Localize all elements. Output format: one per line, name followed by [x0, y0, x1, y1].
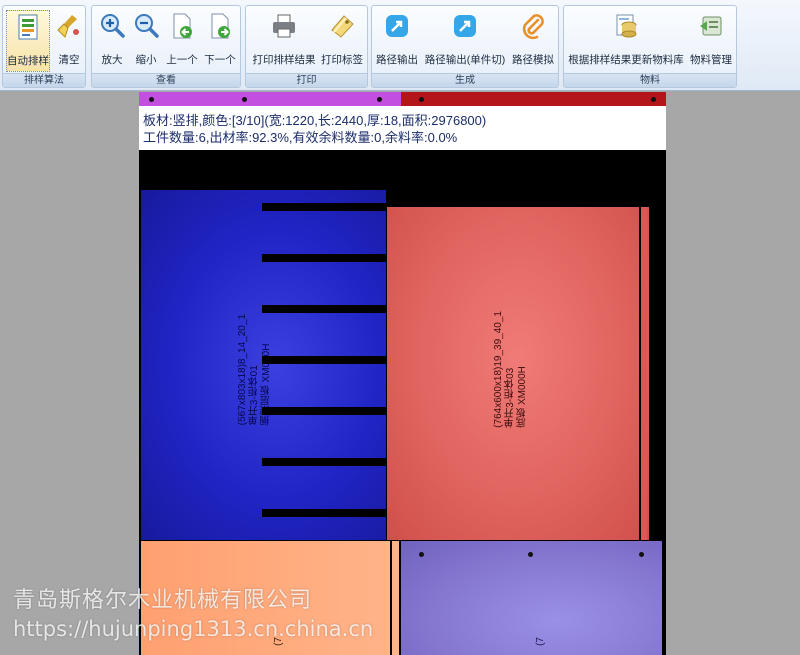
previous-button[interactable]: 上一个	[164, 10, 200, 72]
clear-label: 清空	[58, 54, 80, 66]
slot-groove	[262, 458, 386, 466]
group-label-layout: 排样算法	[3, 73, 85, 87]
sheet-info-panel: 板材:竖排,颜色:[3/10](宽:1220,长:2440,厚:18,面积:29…	[139, 106, 666, 150]
previous-page-icon	[173, 13, 192, 39]
group-print: 打印排样结果 打印标签 打印	[245, 5, 368, 88]
clear-button[interactable]: 清空	[53, 10, 85, 72]
part-left-divider	[399, 541, 401, 655]
hole-marker	[419, 552, 424, 557]
path-simulation-button[interactable]: 路径模拟	[510, 10, 556, 72]
print-layout-result-label: 打印排样结果	[252, 54, 316, 66]
paperclip-icon	[522, 14, 544, 40]
sheet-info-line2: 工件数量:6,出材率:92.3%,有效余料数量:0,余料率:0.0%	[143, 130, 458, 145]
part-orange-divider	[390, 541, 392, 655]
hole-marker	[528, 552, 533, 557]
hole-marker	[651, 97, 656, 102]
slot-groove	[262, 305, 386, 313]
printer-icon	[273, 14, 295, 38]
material-management-icon	[700, 16, 722, 36]
group-generate: 路径输出 路径输出(单件切) 路径模拟 生成	[371, 5, 559, 88]
hole-marker	[377, 97, 382, 102]
print-label-button[interactable]: 打印标签	[320, 10, 364, 72]
slot-groove	[262, 254, 386, 262]
slot-groove	[262, 203, 386, 211]
slot-groove	[262, 407, 386, 415]
nesting-sheet-canvas[interactable]: 板材:竖排,颜色:[3/10](宽:1220,长:2440,厚:18,面积:29…	[139, 92, 666, 655]
export-single-icon	[454, 15, 476, 37]
group-material: 根据排样结果更新物料库 物料管理 物料	[563, 5, 737, 88]
zoom-out-button[interactable]: 缩小	[130, 10, 162, 72]
path-simulation-label: 路径模拟	[512, 54, 554, 66]
print-layout-result-button[interactable]: 打印排样结果	[251, 10, 317, 72]
group-label-print: 打印	[246, 73, 367, 87]
ribbon-toolbar: 自动排样 清空 排样算法 放大 缩小 上一个 下一个 查看 打印排样结果 打印标…	[0, 0, 800, 91]
sheet-info-line1: 板材:竖排,颜色:[3/10](宽:1220,长:2440,厚:18,面积:29…	[143, 113, 487, 128]
part-purple-panel-text: (7	[535, 637, 546, 646]
part-red-edge-strip	[639, 207, 647, 540]
broom-icon	[57, 15, 79, 38]
path-output-single-label: 路径输出(单件切)	[424, 54, 506, 66]
slot-groove	[262, 356, 386, 364]
update-material-library-button[interactable]: 根据排样结果更新物料库	[568, 10, 684, 72]
group-label-generate: 生成	[372, 73, 558, 87]
group-label-material: 物料	[564, 73, 736, 87]
label-tag-icon	[331, 15, 354, 38]
path-output-label: 路径输出	[376, 54, 418, 66]
next-button[interactable]: 下一个	[202, 10, 238, 72]
part-shelf-board[interactable]: (567x803x18)8_14_20_1 单开3-柜体01 搁架层板 XM00…	[141, 190, 386, 540]
material-management-label: 物料管理	[690, 54, 732, 66]
part-purple-panel[interactable]: (7	[401, 541, 662, 655]
path-output-single-button[interactable]: 路径输出(单件切)	[424, 10, 506, 72]
next-label: 下一个	[204, 54, 236, 66]
watermark-url: https://hujunping1313.cn.china.cn	[13, 617, 374, 641]
watermark-company: 青岛斯格尔木业机械有限公司	[13, 587, 313, 612]
part-bottom-board-text: (764x600x18)19_39_40_1 单开3-柜体03 底板 XM000…	[493, 311, 528, 428]
path-output-button[interactable]: 路径输出	[375, 10, 419, 72]
zoom-out-icon	[135, 14, 159, 38]
hole-marker	[149, 97, 154, 102]
hole-marker	[419, 97, 424, 102]
edge-strip-purple	[139, 92, 401, 106]
edge-strip-red	[401, 92, 666, 106]
hole-marker	[242, 97, 247, 102]
group-layout-algorithm: 自动排样 清空 排样算法	[2, 5, 86, 88]
print-label-label: 打印标签	[321, 54, 363, 66]
auto-layout-label: 自动排样	[7, 55, 49, 67]
layout-document-icon	[18, 14, 38, 40]
export-path-icon	[386, 15, 408, 37]
material-management-button[interactable]: 物料管理	[688, 10, 734, 72]
database-icon	[616, 14, 637, 38]
group-label-view: 查看	[92, 73, 240, 87]
update-material-library-label: 根据排样结果更新物料库	[568, 54, 684, 66]
auto-layout-button[interactable]: 自动排样	[6, 10, 50, 72]
zoom-in-icon	[101, 14, 125, 38]
part-bottom-board[interactable]: (764x600x18)19_39_40_1 单开3-柜体03 底板 XM000…	[387, 207, 649, 540]
next-page-icon	[211, 13, 230, 39]
group-view: 放大 缩小 上一个 下一个 查看	[91, 5, 241, 88]
slot-groove	[262, 509, 386, 517]
zoom-in-button[interactable]: 放大	[96, 10, 128, 72]
hole-marker	[639, 552, 644, 557]
